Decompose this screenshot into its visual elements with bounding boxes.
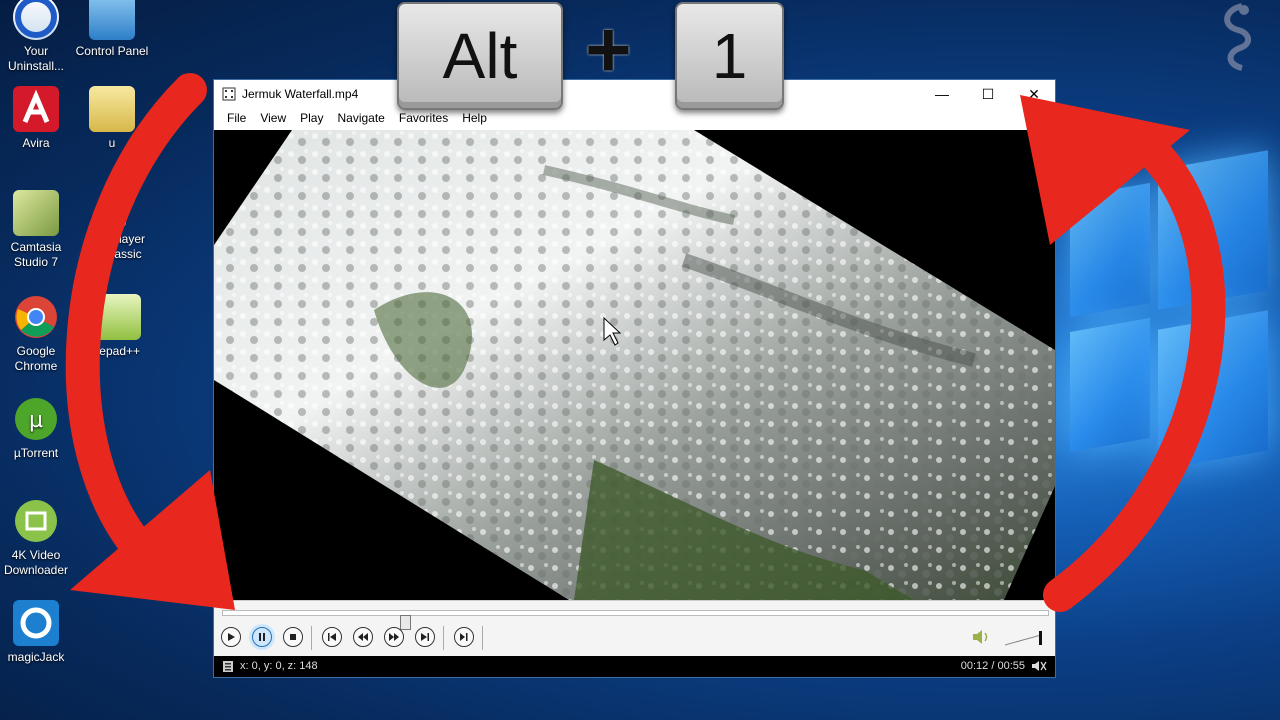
desktop-icon-control-panel[interactable]: Control Panel: [72, 0, 152, 59]
status-coordinates: x: 0, y: 0, z: 148: [240, 660, 318, 672]
desktop-icon-label: Camtasia Studio 7: [10, 240, 62, 269]
desktop-icon-camtasia[interactable]: Camtasia Studio 7: [0, 190, 76, 270]
menu-file[interactable]: File: [220, 108, 253, 130]
skip-back-icon: [328, 633, 336, 641]
close-button[interactable]: ✕: [1011, 80, 1057, 108]
camtasia-icon: [13, 190, 59, 236]
playback-time: 00:12 / 00:55: [960, 660, 1025, 672]
desktop-icon-label: Control Panel: [75, 44, 149, 58]
alt-key: Alt: [397, 2, 563, 110]
avira-icon: [13, 86, 59, 132]
desktop-icon-utorrent[interactable]: µ µTorrent: [0, 396, 76, 461]
previous-button[interactable]: [322, 627, 342, 647]
rotated-video-frame: [214, 130, 1055, 600]
speaker-icon[interactable]: [971, 628, 991, 651]
desktop-icon-label: tepad++: [95, 344, 141, 358]
maximize-button[interactable]: ☐: [965, 80, 1011, 108]
seek-bar[interactable]: [222, 610, 1049, 630]
video-area[interactable]: [214, 130, 1055, 600]
desktop-icon-chrome[interactable]: Google Chrome: [0, 294, 76, 374]
film-icon: [222, 87, 236, 101]
seek-thumb[interactable]: [400, 615, 411, 630]
menu-play[interactable]: Play: [293, 108, 330, 130]
status-icon: [222, 660, 234, 676]
fast-forward-button[interactable]: [384, 627, 404, 647]
desktop-icon-notepadpp[interactable]: tepad++: [78, 294, 158, 359]
status-bar: x: 0, y: 0, z: 148 00:12 / 00:55: [214, 656, 1055, 677]
dragon-logo-icon: [1212, 2, 1264, 72]
fast-forward-icon: [389, 633, 399, 641]
control-panel-icon: [89, 0, 135, 40]
desktop-icon-label: Player assic: [110, 232, 145, 261]
audio-status-icon: [1031, 660, 1047, 675]
window-title: Jermuk Waterfall.mp4: [242, 87, 359, 101]
notepad-plus-plus-icon: [95, 294, 141, 340]
separator: [482, 626, 483, 650]
stop-button[interactable]: [283, 627, 303, 647]
desktop-icon-label: Avira: [22, 136, 50, 150]
skip-forward-icon: [421, 633, 429, 641]
pause-icon: [259, 633, 265, 641]
utorrent-icon: µ: [13, 396, 59, 442]
frame-step-icon: [460, 633, 468, 641]
player-window: Jermuk Waterfall.mp4 — ☐ ✕ File View Pla…: [213, 79, 1056, 678]
desktop-icon-mpc[interactable]: Player assic: [88, 206, 168, 262]
desktop-icon-label: magicJack: [7, 650, 65, 664]
desktop-icon-avira[interactable]: Avira: [0, 86, 76, 151]
4k-video-downloader-icon: [13, 498, 59, 544]
plus-sign: +: [585, 5, 632, 94]
play-button[interactable]: [221, 627, 241, 647]
menu-navigate[interactable]: Navigate: [330, 108, 391, 130]
play-icon: [228, 633, 235, 641]
document-icon: [89, 86, 135, 132]
uninstaller-icon: [13, 0, 59, 40]
stop-icon: [290, 634, 296, 640]
desktop-icon-label: 4K Video Downloader: [3, 548, 69, 577]
desktop-icon-uninstaller[interactable]: Your Uninstall...: [0, 0, 76, 74]
menu-help[interactable]: Help: [455, 108, 494, 130]
desktop-icon-label: Google Chrome: [14, 344, 58, 373]
pause-button[interactable]: [252, 627, 272, 647]
desktop-icon-magicjack[interactable]: magicJack: [0, 600, 76, 665]
rewind-icon: [358, 633, 368, 641]
menu-favorites[interactable]: Favorites: [392, 108, 455, 130]
chrome-icon: [13, 294, 59, 340]
desktop-icon-document[interactable]: u: [72, 86, 152, 151]
separator: [443, 626, 444, 650]
desktop-icon-label: µTorrent: [13, 446, 59, 460]
rewind-button[interactable]: [353, 627, 373, 647]
controls-panel: [214, 600, 1055, 656]
desktop-icon-4k-video[interactable]: 4K Video Downloader: [0, 498, 76, 578]
frame-step-button[interactable]: [454, 627, 474, 647]
windows-logo: [1050, 150, 1280, 510]
desktop-icon-label: u: [108, 136, 116, 150]
separator: [311, 626, 312, 650]
one-key: 1: [675, 2, 784, 110]
menu-view[interactable]: View: [253, 108, 293, 130]
title-bar[interactable]: Jermuk Waterfall.mp4 — ☐ ✕: [214, 80, 1055, 108]
volume-slider[interactable]: [1003, 629, 1047, 647]
next-button[interactable]: [415, 627, 435, 647]
minimize-button[interactable]: —: [919, 80, 965, 108]
menu-bar: File View Play Navigate Favorites Help: [214, 108, 1055, 130]
desktop-icon-label: Your Uninstall...: [7, 44, 65, 73]
media-player-classic-icon: [112, 206, 126, 228]
svg-text:µ: µ: [29, 408, 43, 433]
magicjack-icon: [13, 600, 59, 646]
